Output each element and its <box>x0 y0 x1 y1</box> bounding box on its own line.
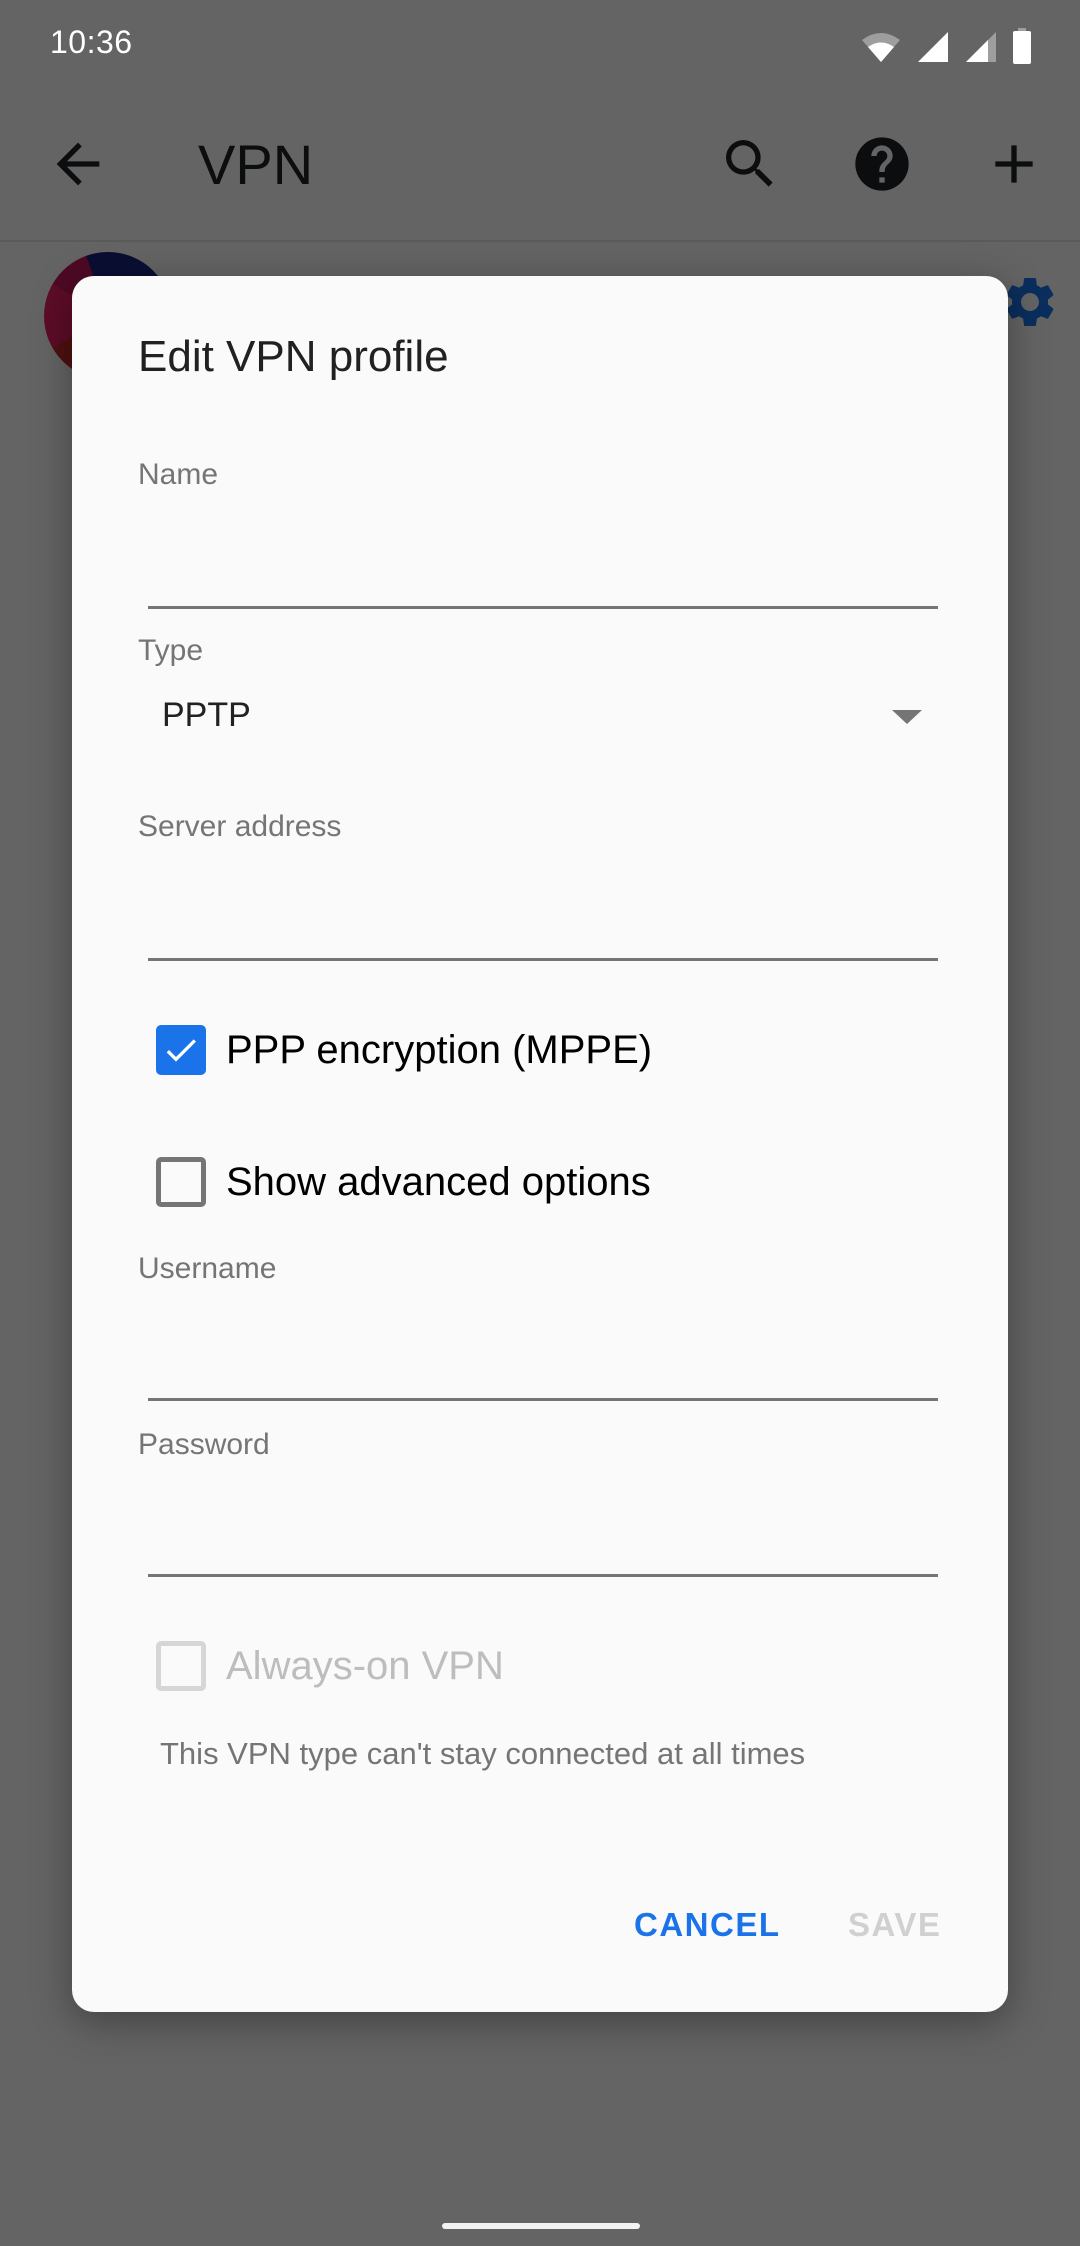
server-address-label: Server address <box>138 810 342 843</box>
password-label: Password <box>138 1428 270 1461</box>
checkbox-unchecked-icon <box>156 1157 206 1207</box>
ppp-encryption-checkbox[interactable]: PPP encryption (MPPE) <box>156 1018 652 1082</box>
battery-icon <box>1013 28 1031 64</box>
show-advanced-options-checkbox[interactable]: Show advanced options <box>156 1150 651 1214</box>
always-on-hint: This VPN type can't stay connected at al… <box>160 1736 806 1771</box>
ppp-encryption-label: PPP encryption (MPPE) <box>226 1027 653 1072</box>
cell-signal-icon <box>918 32 948 62</box>
server-address-input[interactable] <box>148 898 938 961</box>
cancel-button[interactable]: CANCEL <box>634 1906 781 1944</box>
checkbox-checked-icon <box>156 1025 206 1075</box>
type-selected-value: PPTP <box>162 696 251 734</box>
password-input[interactable] <box>148 1514 938 1577</box>
show-advanced-options-label: Show advanced options <box>226 1159 651 1204</box>
always-on-vpn-label: Always-on VPN <box>226 1643 504 1688</box>
dropdown-arrow-icon <box>892 710 922 724</box>
type-dropdown[interactable]: PPTP <box>148 676 968 756</box>
type-label: Type <box>138 634 204 667</box>
username-label: Username <box>138 1252 277 1285</box>
save-button: SAVE <box>848 1906 942 1943</box>
edit-vpn-profile-dialog: Edit VPN profile Name Type PPTP Server a… <box>72 276 1008 2012</box>
always-on-vpn-checkbox: Always-on VPN <box>156 1634 504 1698</box>
username-input[interactable] <box>148 1338 938 1401</box>
checkbox-disabled-icon <box>156 1641 206 1691</box>
status-time: 10:36 <box>50 24 133 60</box>
dialog-title: Edit VPN profile <box>138 332 449 381</box>
cell-signal-icon <box>966 32 996 62</box>
status-bar: 10:36 <box>0 0 1080 88</box>
name-input[interactable] <box>148 546 938 609</box>
wifi-icon <box>862 33 900 62</box>
name-label: Name <box>138 458 219 491</box>
gesture-nav-handle[interactable] <box>442 2223 640 2229</box>
